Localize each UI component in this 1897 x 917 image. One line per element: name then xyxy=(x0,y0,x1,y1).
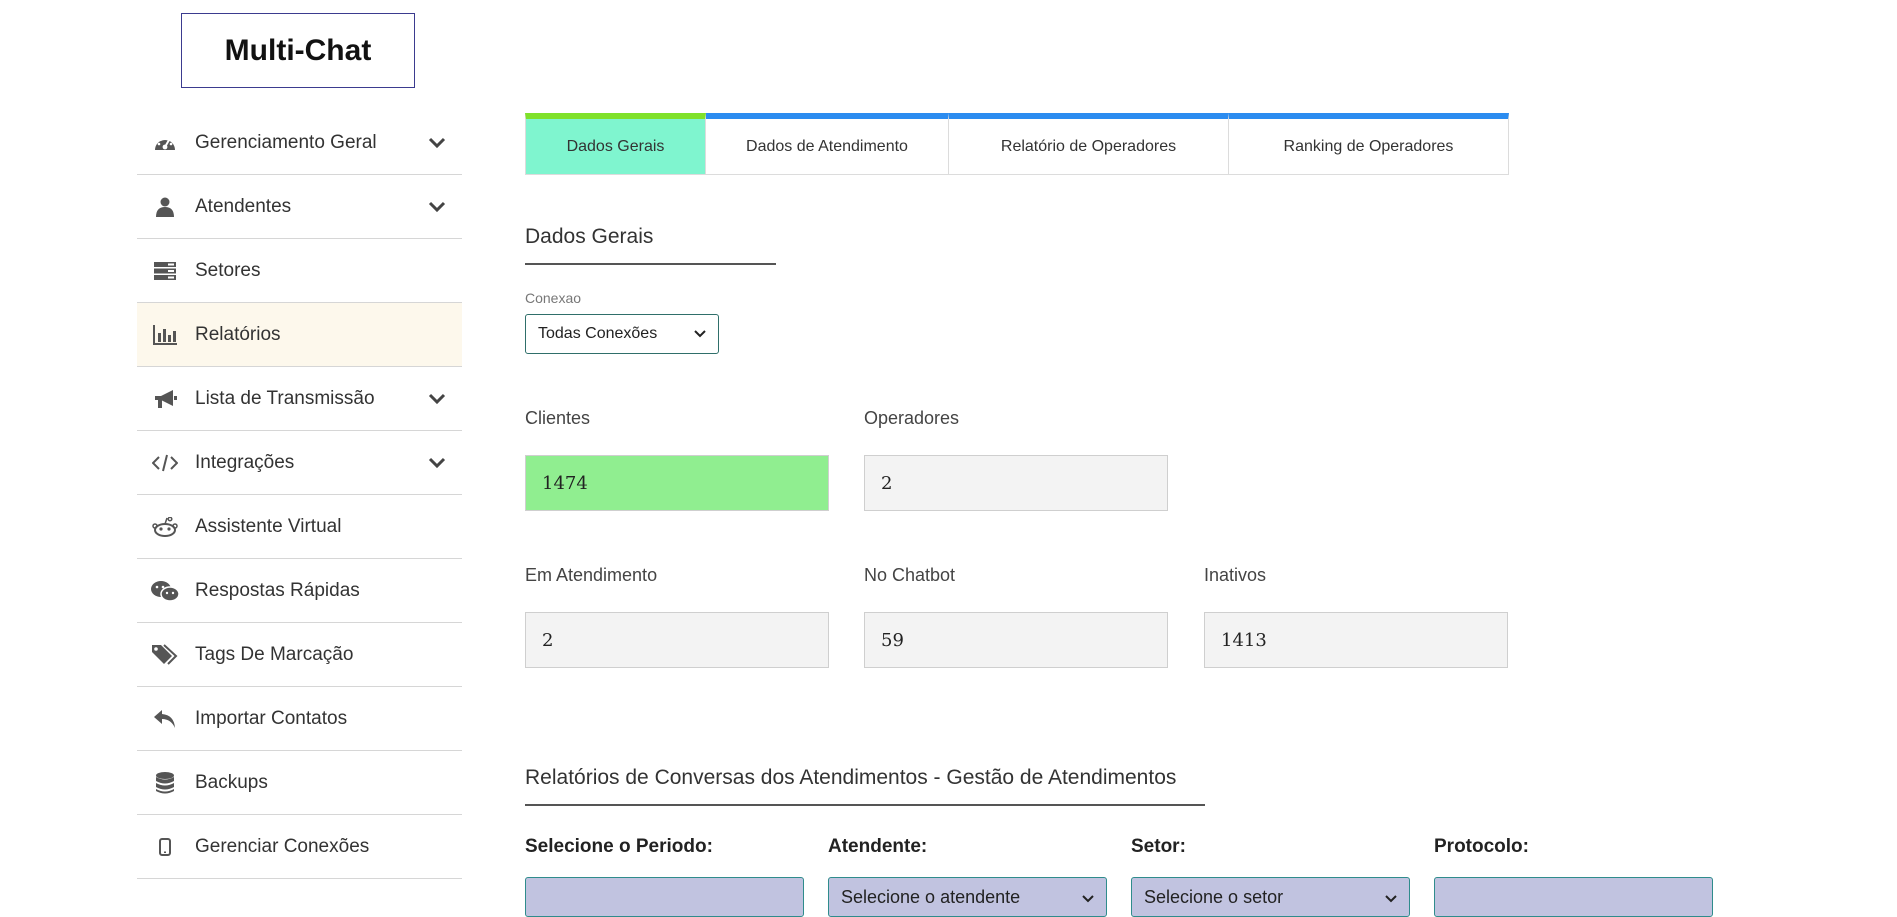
user-icon xyxy=(151,197,179,217)
sidebar-item-gerenciamento-geral[interactable]: Gerenciamento Geral xyxy=(137,111,462,175)
code-icon xyxy=(151,454,179,472)
tab-ranking-operadores[interactable]: Ranking de Operadores xyxy=(1229,113,1509,175)
sidebar-item-label: Tags De Marcação xyxy=(195,643,354,665)
sidebar-item-label: Assistente Virtual xyxy=(195,515,342,537)
server-icon xyxy=(151,261,179,280)
in-service-label: Em Atendimento xyxy=(525,565,658,585)
sidebar-item-label: Relatórios xyxy=(195,323,281,345)
section-title-reports: Relatórios de Conversas dos Atendimentos… xyxy=(525,766,1205,806)
attendant-select-value: Selecione o atendente xyxy=(841,886,1021,907)
robot-icon xyxy=(151,516,179,537)
tab-relatorio-operadores[interactable]: Relatório de Operadores xyxy=(949,113,1229,175)
sidebar-item-label: Gerenciamento Geral xyxy=(195,131,377,153)
sector-select-value: Selecione o setor xyxy=(1144,886,1284,907)
sidebar-item-label: Integrações xyxy=(195,451,295,473)
tags-icon xyxy=(151,643,179,666)
sector-select[interactable]: Selecione o setor xyxy=(1131,877,1410,917)
sidebar-item-lista-transmissao[interactable]: Lista de Transmissão xyxy=(137,367,462,431)
clients-value: 1474 xyxy=(525,455,829,511)
sidebar-item-setores[interactable]: Setores xyxy=(137,239,462,303)
sidebar-item-respostas-rapidas[interactable]: Respostas Rápidas xyxy=(137,559,462,623)
sidebar-item-label: Setores xyxy=(195,259,261,281)
sidebar-item-atendentes[interactable]: Atendentes xyxy=(137,175,462,239)
sidebar-item-assistente-virtual[interactable]: Assistente Virtual xyxy=(137,495,462,559)
period-input[interactable] xyxy=(525,877,804,917)
sidebar: Gerenciamento Geral Atendentes Setores R… xyxy=(137,111,462,879)
connection-label: Conexao xyxy=(525,290,582,306)
sidebar-item-tags-marcacao[interactable]: Tags De Marcação xyxy=(137,623,462,687)
inactive-value: 1413 xyxy=(1204,612,1508,668)
megaphone-icon xyxy=(151,389,179,409)
section-title-general: Dados Gerais xyxy=(525,225,776,265)
sidebar-item-label: Gerenciar Conexões xyxy=(195,835,370,857)
sidebar-item-relatorios[interactable]: Relatórios xyxy=(137,303,462,367)
tab-dados-gerais[interactable]: Dados Gerais xyxy=(525,113,706,175)
sidebar-item-backups[interactable]: Backups xyxy=(137,751,462,815)
sidebar-item-importar-contatos[interactable]: Importar Contatos xyxy=(137,687,462,751)
report-tabs: Dados Gerais Dados de Atendimento Relató… xyxy=(525,113,1509,175)
inactive-label: Inativos xyxy=(1204,565,1267,585)
chevron-down-icon xyxy=(1082,887,1094,908)
protocol-label: Protocolo: xyxy=(1434,836,1529,857)
attendant-select[interactable]: Selecione o atendente xyxy=(828,877,1107,917)
sidebar-item-label: Atendentes xyxy=(195,195,292,217)
tab-dados-atendimento[interactable]: Dados de Atendimento xyxy=(706,113,949,175)
sidebar-item-label: Respostas Rápidas xyxy=(195,579,360,601)
sector-label: Setor: xyxy=(1131,836,1186,857)
chevron-down-icon xyxy=(428,133,446,155)
chevron-down-icon xyxy=(694,325,706,343)
sidebar-item-gerenciar-conexoes[interactable]: Gerenciar Conexões xyxy=(137,815,462,879)
chat-bubbles-icon xyxy=(151,580,179,602)
chevron-down-icon xyxy=(1385,887,1397,908)
operators-value: 2 xyxy=(864,455,1168,511)
chevron-down-icon xyxy=(428,197,446,219)
sidebar-item-integracoes[interactable]: Integrações xyxy=(137,431,462,495)
connection-select[interactable]: Todas Conexões xyxy=(525,314,719,354)
in-service-value: 2 xyxy=(525,612,829,668)
clients-label: Clientes xyxy=(525,408,591,428)
period-label: Selecione o Periodo: xyxy=(525,836,713,857)
chatbot-label: No Chatbot xyxy=(864,565,956,585)
database-icon xyxy=(151,771,179,794)
operators-label: Operadores xyxy=(864,408,960,428)
dashboard-icon xyxy=(151,133,179,153)
reply-icon xyxy=(151,709,179,729)
app-logo: Multi-Chat xyxy=(181,13,415,88)
chatbot-value: 59 xyxy=(864,612,1168,668)
bar-chart-icon xyxy=(151,324,179,345)
chevron-down-icon xyxy=(428,389,446,411)
protocol-input[interactable] xyxy=(1434,877,1713,917)
sidebar-item-label: Backups xyxy=(195,771,268,793)
attendant-label: Atendente: xyxy=(828,836,928,857)
chevron-down-icon xyxy=(428,453,446,475)
sidebar-item-label: Importar Contatos xyxy=(195,707,348,729)
sidebar-item-label: Lista de Transmissão xyxy=(195,387,375,409)
connection-select-value: Todas Conexões xyxy=(538,325,658,342)
mobile-icon xyxy=(151,837,179,856)
